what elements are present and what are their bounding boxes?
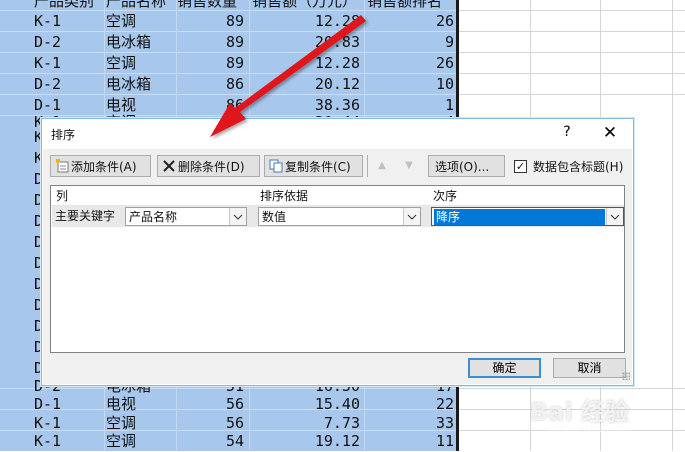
move-up-button[interactable]: ▲ bbox=[371, 155, 393, 177]
help-button[interactable]: ? bbox=[559, 122, 575, 142]
copy-condition-label: 复制条件(C) bbox=[285, 160, 351, 174]
sort-condition-row[interactable]: 主要关键字 产品名称 数值 降序 bbox=[52, 206, 624, 227]
sort-on-dropdown[interactable]: 数值 bbox=[258, 207, 421, 226]
cell-rank: 26 bbox=[435, 12, 454, 30]
cell-rank: 26 bbox=[435, 54, 454, 72]
table-row[interactable]: K-1 空调 89 12.28 26 bbox=[0, 11, 458, 32]
add-condition-label: 添加条件(A) bbox=[71, 160, 137, 174]
cell-qty: 89 bbox=[225, 33, 244, 51]
cell-rank: 22 bbox=[435, 395, 454, 413]
delete-x-icon bbox=[162, 158, 176, 172]
has-header-label: 数据包含标题(H) bbox=[533, 160, 624, 174]
order-dropdown-value: 降序 bbox=[434, 209, 605, 225]
cell-sales: 12.28 bbox=[314, 12, 360, 30]
chevron-down-icon bbox=[606, 208, 623, 225]
cell-name: 电视 bbox=[106, 395, 137, 413]
cell-name: 空调 bbox=[106, 54, 137, 72]
table-row[interactable]: K-1 空调 89 12.28 26 bbox=[0, 53, 458, 74]
watermark-logo: Bai 经验 bbox=[530, 398, 630, 426]
cell-category: D-2 bbox=[34, 33, 62, 51]
cell-qty: 56 bbox=[225, 395, 244, 413]
cell-category: K-1 bbox=[34, 432, 62, 450]
copy-condition-button[interactable]: 复制条件(C) bbox=[264, 155, 363, 177]
dialog-titlebar[interactable]: 排序 ? ✕ bbox=[42, 119, 633, 149]
add-level-icon bbox=[55, 158, 69, 173]
cell-sales: 12.28 bbox=[314, 54, 360, 72]
options-button[interactable]: 选项(O)... bbox=[428, 155, 505, 177]
table-row[interactable]: D-2 电冰箱 86 20.12 10 bbox=[0, 74, 458, 95]
dialog-title: 排序 bbox=[51, 128, 76, 142]
chevron-down-icon bbox=[229, 208, 246, 225]
order-dropdown[interactable]: 降序 bbox=[431, 207, 624, 226]
add-condition-button[interactable]: 添加条件(A) bbox=[50, 155, 151, 177]
cell-qty: 89 bbox=[225, 12, 244, 30]
column-header-sort-on: 排序依据 bbox=[260, 189, 309, 203]
cell-category: K-1 bbox=[34, 54, 62, 72]
cell-rank: 10 bbox=[435, 75, 454, 93]
watermark-url: jingyan.baidu.com bbox=[548, 425, 632, 435]
column-dropdown[interactable]: 产品名称 bbox=[125, 207, 247, 226]
sort-on-dropdown-value: 数值 bbox=[262, 210, 287, 224]
resize-grip[interactable] bbox=[622, 372, 630, 380]
cell-category: D-1 bbox=[34, 395, 62, 413]
cell-qty: 54 bbox=[225, 432, 244, 450]
column-dropdown-value: 产品名称 bbox=[129, 210, 178, 224]
sort-conditions-list: 列 排序依据 次序 主要关键字 产品名称 数值 降序 bbox=[50, 185, 625, 353]
table-row[interactable]: D-2 电冰箱 89 20.83 9 bbox=[0, 32, 458, 53]
table-row[interactable]: D-1 电视 56 15.40 22 bbox=[0, 394, 458, 415]
column-header-col: 列 bbox=[56, 189, 69, 203]
cell-rank: 9 bbox=[444, 33, 454, 51]
ok-button[interactable]: 确定 bbox=[468, 358, 541, 378]
toolbar-separator bbox=[367, 155, 368, 177]
delete-condition-label: 删除条件(D) bbox=[178, 160, 245, 174]
copy-icon bbox=[269, 158, 283, 173]
cell-sales: 15.40 bbox=[314, 395, 360, 413]
cell-category: D-2 bbox=[34, 75, 62, 93]
dialog-body: 添加条件(A) 删除条件(D) 复制条件(C) ▲ ▼ 选项(O)... ✓ 数… bbox=[43, 149, 632, 384]
close-button[interactable]: ✕ bbox=[599, 122, 621, 144]
cell-qty: 86 bbox=[225, 75, 244, 93]
cell-sales: 20.83 bbox=[314, 33, 360, 51]
primary-key-label: 主要关键字 bbox=[55, 209, 116, 223]
table-row[interactable]: K-1 空调 54 19.12 11 bbox=[0, 431, 458, 452]
cell-sales: 19.12 bbox=[314, 432, 360, 450]
cell-name: 空调 bbox=[106, 432, 137, 450]
chevron-down-icon bbox=[403, 208, 420, 225]
cell-name: 电冰箱 bbox=[106, 33, 152, 51]
cell-category: K-1 bbox=[34, 12, 62, 30]
delete-condition-button[interactable]: 删除条件(D) bbox=[157, 155, 260, 177]
move-down-button[interactable]: ▼ bbox=[398, 155, 420, 177]
cell-name: 电冰箱 bbox=[106, 75, 152, 93]
column-header-order: 次序 bbox=[433, 189, 458, 203]
cell-qty: 89 bbox=[225, 54, 244, 72]
cell-rank: 11 bbox=[435, 432, 454, 450]
sort-dialog: 排序 ? ✕ 添加条件(A) 删除条件(D) 复制条件(C) ▲ ▼ 选项(O)… bbox=[41, 118, 634, 386]
cancel-button[interactable]: 取消 bbox=[553, 358, 626, 378]
has-header-checkbox[interactable]: ✓ bbox=[514, 160, 527, 173]
cell-name: 空调 bbox=[106, 12, 137, 30]
cell-sales: 20.12 bbox=[314, 75, 360, 93]
